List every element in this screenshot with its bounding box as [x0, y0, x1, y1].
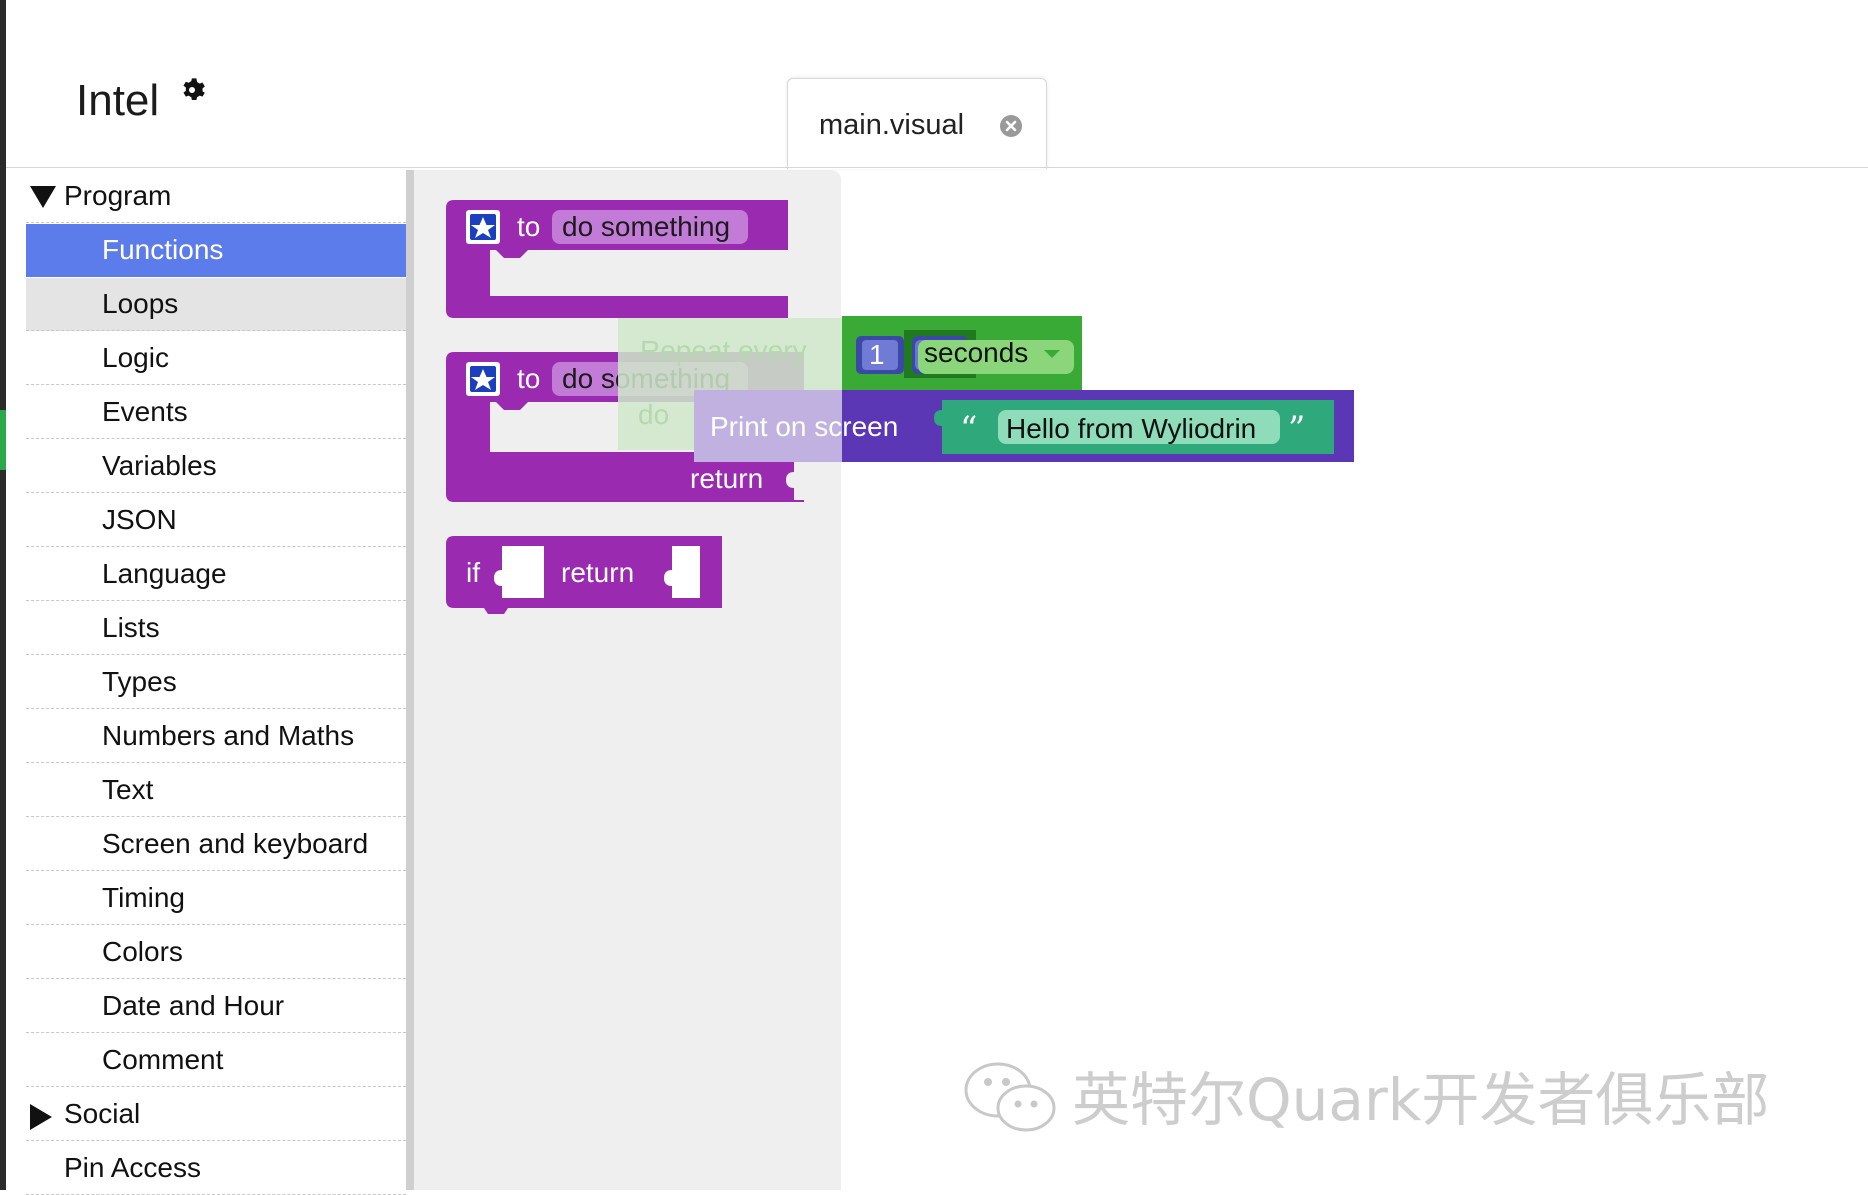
repeat-value[interactable]: 1 — [869, 339, 885, 370]
print-label: Print on screen — [710, 411, 898, 442]
func2-to-label: to — [517, 363, 540, 394]
close-quote: ” — [1288, 409, 1305, 449]
func1-to-label: to — [517, 211, 540, 242]
print-text-field[interactable]: Hello from Wyliodrin — [1006, 413, 1256, 444]
if-label: if — [466, 557, 480, 588]
func1-name-field[interactable]: do something — [562, 211, 730, 242]
wechat-icon — [964, 1062, 1056, 1132]
watermark: 英特尔Quark开发者俱乐部 — [1072, 1066, 1770, 1134]
if-return-label: return — [561, 557, 634, 588]
do-label-ghost: do — [638, 399, 669, 430]
open-quote: “ — [960, 409, 977, 449]
func2-return-label: return — [690, 463, 763, 494]
repeat-label-ghost: Repeat every — [640, 335, 807, 366]
block-canvas: to do something to do something return i… — [446, 200, 1354, 614]
repeat-unit[interactable]: seconds — [924, 337, 1028, 368]
